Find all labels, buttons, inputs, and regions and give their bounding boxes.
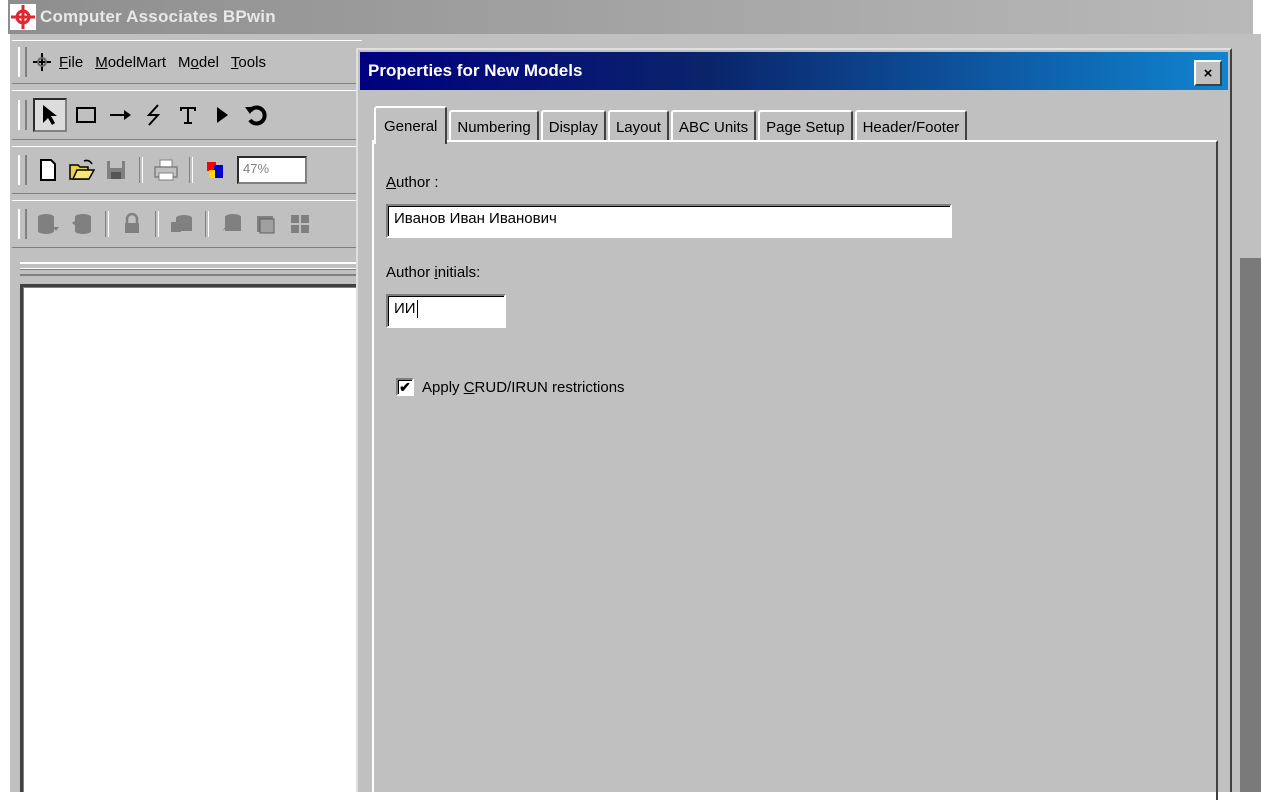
app-title-bar: Computer Associates BPwin: [8, 0, 1253, 34]
mm-report-icon[interactable]: [217, 209, 247, 239]
author-value: Иванов Иван Иванович: [394, 210, 557, 227]
new-icon[interactable]: [33, 155, 63, 185]
tab-layout[interactable]: Layout: [607, 110, 669, 142]
open-icon[interactable]: [67, 155, 97, 185]
print-icon[interactable]: [151, 155, 181, 185]
standard-grip[interactable]: [18, 155, 27, 185]
standard-toolbar: 47%: [12, 146, 362, 194]
author-label: Author :: [386, 174, 439, 191]
color-icon[interactable]: [201, 155, 231, 185]
menu-grip[interactable]: [18, 47, 27, 77]
mm-shelf-icon[interactable]: [167, 209, 197, 239]
crud-restrictions-option[interactable]: ✔ Apply CRUD/IRUN restrictions: [396, 378, 625, 396]
menu-bar: File ModelMart Model Tools: [12, 40, 362, 84]
tab-numbering[interactable]: Numbering: [449, 110, 539, 142]
menu-modelmart[interactable]: ModelMart: [95, 54, 166, 71]
toolbar-separator: [105, 211, 109, 237]
app-title: Computer Associates BPwin: [40, 7, 276, 26]
toolbar-separator: [189, 157, 193, 183]
pane-splitter[interactable]: [20, 262, 365, 276]
menu-file[interactable]: File: [59, 54, 83, 71]
general-tab-panel: Author : Иванов Иван Иванович Author ini…: [372, 140, 1218, 800]
text-caret: [416, 300, 418, 319]
toolbar-separator: [139, 157, 143, 183]
author-initials-label: Author initials:: [386, 264, 481, 281]
tab-general[interactable]: General: [374, 106, 448, 144]
squiggle-icon[interactable]: [139, 100, 169, 130]
pointer-icon[interactable]: [33, 98, 67, 132]
toolbox-grip[interactable]: [18, 100, 27, 130]
tab-display[interactable]: Display: [540, 110, 606, 142]
undo-icon[interactable]: [241, 100, 271, 130]
diagram-canvas[interactable]: [20, 284, 365, 792]
properties-dialog: Properties for New Models × General Numb…: [356, 48, 1232, 800]
dialog-title: Properties for New Models: [368, 61, 583, 80]
triangle-icon[interactable]: [207, 100, 237, 130]
close-icon: ×: [1203, 64, 1213, 82]
save-icon[interactable]: [101, 155, 131, 185]
toolbar-separator: [155, 211, 159, 237]
tab-abc-units[interactable]: ABC Units: [670, 110, 757, 142]
mm-connect-icon[interactable]: [33, 209, 63, 239]
mm-grid-icon[interactable]: [285, 209, 315, 239]
mm-lock-icon[interactable]: [117, 209, 147, 239]
author-initials-value: ИИ: [394, 300, 416, 317]
text-icon[interactable]: [173, 100, 203, 130]
arrow-icon[interactable]: [105, 100, 135, 130]
close-button[interactable]: ×: [1194, 60, 1222, 86]
tab-header-footer[interactable]: Header/Footer: [854, 110, 968, 142]
box-icon[interactable]: [71, 100, 101, 130]
zoom-input[interactable]: 47%: [237, 156, 307, 184]
menu-model[interactable]: Model: [178, 54, 219, 71]
toolbox-toolbar: [12, 90, 362, 140]
tab-strip: General Numbering Display Layout ABC Uni…: [374, 102, 969, 144]
dialog-title-bar[interactable]: Properties for New Models ×: [360, 52, 1228, 90]
toolbar-separator: [205, 211, 209, 237]
bpwin-small-icon[interactable]: [31, 51, 53, 73]
author-initials-field[interactable]: ИИ: [386, 294, 506, 328]
checkmark-icon: ✔: [399, 379, 411, 395]
menu-tools[interactable]: Tools: [231, 54, 266, 71]
mm-disconnect-icon[interactable]: [67, 209, 97, 239]
tab-page-setup[interactable]: Page Setup: [758, 110, 853, 142]
mm-library-icon[interactable]: [251, 209, 281, 239]
crud-restrictions-checkbox[interactable]: ✔: [396, 378, 414, 396]
crud-restrictions-label: Apply CRUD/IRUN restrictions: [422, 378, 625, 396]
modelmart-grip[interactable]: [18, 209, 27, 239]
author-field[interactable]: Иванов Иван Иванович: [386, 204, 952, 238]
modelmart-toolbar: [12, 200, 362, 248]
workspace-background: [1240, 258, 1261, 792]
bpwin-logo-icon: [10, 4, 36, 30]
